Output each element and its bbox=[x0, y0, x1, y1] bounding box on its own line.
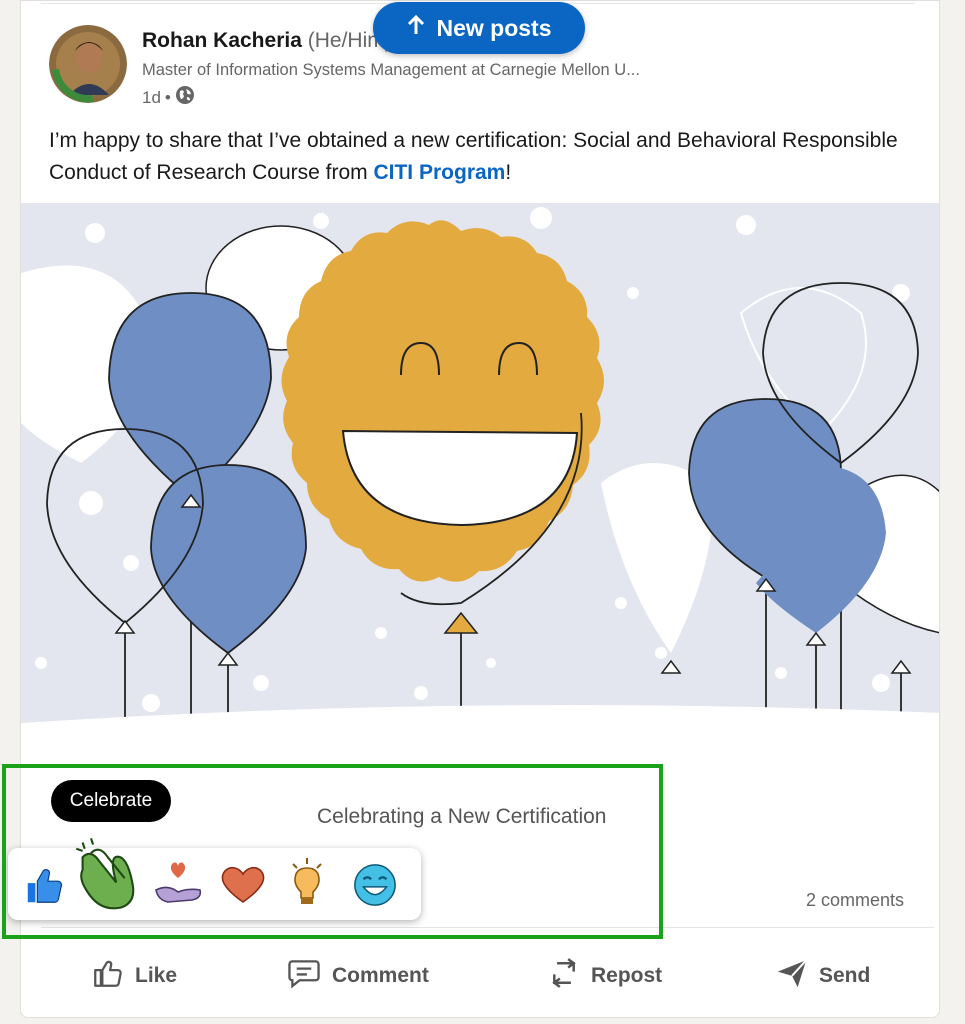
celebrate-tooltip: Celebrate bbox=[51, 780, 171, 822]
meta-separator: • bbox=[164, 87, 171, 107]
comment-button[interactable]: Comment bbox=[286, 951, 429, 1001]
like-button[interactable]: Like bbox=[91, 951, 177, 1001]
send-button[interactable]: Send bbox=[775, 951, 870, 1001]
author-headline: Master of Information Systems Management… bbox=[142, 61, 640, 79]
repost-button[interactable]: Repost bbox=[547, 951, 662, 1001]
insightful-icon[interactable] bbox=[289, 856, 325, 913]
comments-count[interactable]: 2 comments bbox=[806, 890, 904, 911]
author-name-text[interactable]: Rohan Kacheria bbox=[142, 29, 302, 52]
globe-icon bbox=[175, 85, 195, 110]
post-body: I’m happy to share that I’ve obtained a … bbox=[49, 125, 909, 189]
post-link[interactable]: CITI Program bbox=[373, 161, 505, 184]
arrow-up-icon bbox=[406, 14, 426, 42]
like-label: Like bbox=[135, 964, 178, 987]
thumbs-up-icon bbox=[91, 956, 125, 996]
actions-divider bbox=[41, 927, 934, 928]
certification-image[interactable] bbox=[21, 203, 939, 763]
author-name[interactable]: Rohan Kacheria (He/Him) bbox=[142, 29, 392, 53]
repost-icon bbox=[547, 955, 581, 997]
document-title: Celebrating a New Certification bbox=[317, 805, 607, 828]
celebrate-icon[interactable] bbox=[70, 832, 154, 921]
avatar[interactable] bbox=[49, 25, 127, 103]
repost-label: Repost bbox=[591, 964, 663, 987]
send-icon bbox=[775, 956, 809, 996]
love-icon[interactable] bbox=[219, 862, 267, 911]
post-time: 1d bbox=[142, 87, 161, 107]
action-bar: Like Comment Repost Send bbox=[21, 951, 939, 1001]
like-icon[interactable] bbox=[22, 862, 68, 913]
send-label: Send bbox=[819, 964, 871, 987]
post-meta: 1d • bbox=[142, 85, 195, 110]
comment-icon bbox=[286, 957, 322, 995]
reactions-menu bbox=[8, 837, 421, 920]
comment-label: Comment bbox=[332, 964, 429, 987]
new-posts-button[interactable]: New posts bbox=[373, 2, 585, 54]
support-icon[interactable] bbox=[152, 860, 204, 913]
post-text-end: ! bbox=[505, 161, 512, 184]
new-posts-label: New posts bbox=[436, 14, 552, 41]
funny-icon[interactable] bbox=[352, 862, 398, 913]
